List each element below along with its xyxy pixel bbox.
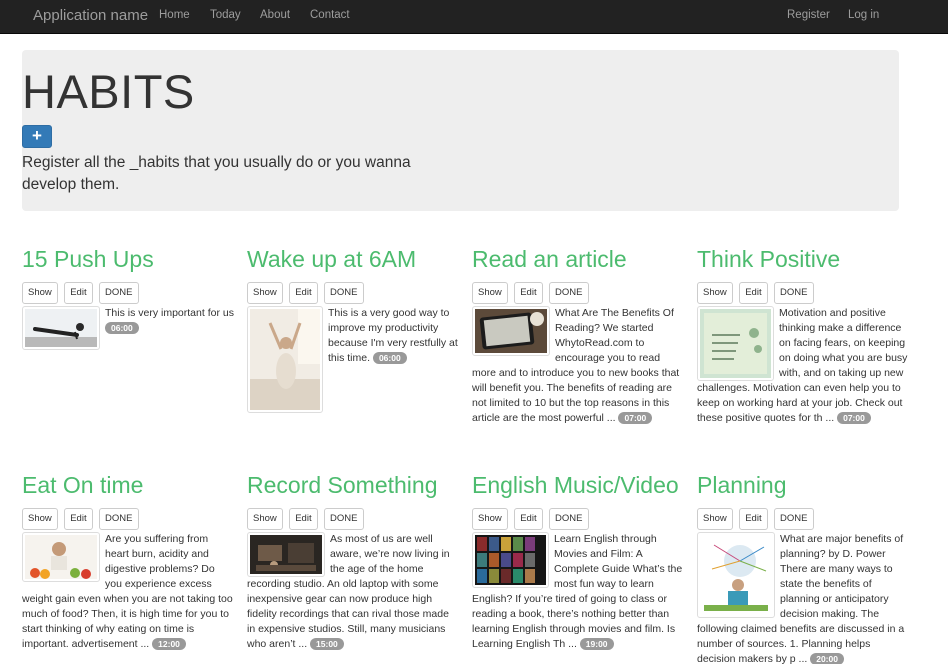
habit-title[interactable]: English Music/Video — [472, 472, 684, 502]
nav-register[interactable]: Register — [787, 9, 830, 21]
edit-button[interactable]: Edit — [739, 282, 768, 304]
show-button[interactable]: Show — [247, 282, 283, 304]
habit-title[interactable]: 15 Push Ups — [22, 246, 234, 276]
habit-image — [697, 532, 775, 618]
habit-card: Record Something Show Edit DONE As most … — [247, 472, 459, 652]
edit-button[interactable]: Edit — [64, 282, 93, 304]
nav-home[interactable]: Home — [159, 9, 190, 21]
habit-description: This is very important for us — [105, 307, 234, 319]
show-button[interactable]: Show — [22, 282, 58, 304]
navbar: Application name Home Today About Contac… — [0, 0, 948, 34]
time-badge: 07:00 — [618, 412, 653, 424]
habit-image — [472, 532, 549, 588]
nav-today[interactable]: Today — [210, 9, 241, 21]
jumbotron: HABITS + Register all the _habits that y… — [22, 50, 899, 211]
habit-card: English Music/Video Show Edit DONE Learn… — [472, 472, 684, 652]
done-button[interactable]: DONE — [549, 508, 589, 530]
habit-title[interactable]: Wake up at 6AM — [247, 246, 459, 276]
habit-card: 15 Push Ups Show Edit DONE This is very … — [22, 246, 234, 350]
edit-button[interactable]: Edit — [514, 282, 543, 304]
time-badge: 06:00 — [372, 352, 407, 364]
habit-card: Think Positive Show Edit DONE Motivation… — [697, 246, 909, 426]
habit-image — [247, 532, 325, 577]
done-button[interactable]: DONE — [549, 282, 589, 304]
brand-link[interactable]: Application name — [33, 7, 148, 24]
habit-image — [22, 532, 100, 582]
show-button[interactable]: Show — [697, 282, 733, 304]
edit-button[interactable]: Edit — [514, 508, 543, 530]
habit-image — [247, 306, 323, 413]
show-button[interactable]: Show — [22, 508, 58, 530]
time-badge: 12:00 — [152, 638, 186, 650]
habit-title[interactable]: Record Something — [247, 472, 459, 502]
done-button[interactable]: DONE — [324, 282, 364, 304]
done-button[interactable]: DONE — [324, 508, 364, 530]
nav-login[interactable]: Log in — [848, 9, 879, 21]
nav-contact[interactable]: Contact — [310, 9, 350, 21]
edit-button[interactable]: Edit — [289, 282, 318, 304]
habit-title[interactable]: Planning — [697, 472, 909, 502]
done-button[interactable]: DONE — [99, 282, 139, 304]
show-button[interactable]: Show — [247, 508, 283, 530]
habit-image — [472, 306, 550, 356]
show-button[interactable]: Show — [697, 508, 733, 530]
time-badge: 06:00 — [105, 322, 139, 334]
habit-card: Wake up at 6AM Show Edit DONE This is a … — [247, 246, 459, 413]
habit-card: Eat On time Show Edit DONE Are you suffe… — [22, 472, 234, 652]
habit-title[interactable]: Think Positive — [697, 246, 909, 276]
edit-button[interactable]: Edit — [289, 508, 318, 530]
page-title: HABITS — [22, 65, 195, 118]
edit-button[interactable]: Edit — [739, 508, 768, 530]
show-button[interactable]: Show — [472, 508, 508, 530]
habit-image — [697, 306, 774, 381]
add-habit-button[interactable]: + — [22, 125, 52, 148]
show-button[interactable]: Show — [472, 282, 508, 304]
habit-title[interactable]: Read an article — [472, 246, 684, 276]
habit-card: Read an article Show Edit DONE What Are … — [472, 246, 684, 426]
time-badge: 19:00 — [579, 638, 614, 650]
time-badge: 20:00 — [810, 653, 844, 664]
page-description: Register all the _habits that you usuall… — [22, 154, 411, 193]
habit-card: Planning Show Edit DONE What are major b… — [697, 472, 909, 664]
done-button[interactable]: DONE — [774, 508, 814, 530]
nav-about[interactable]: About — [260, 9, 290, 21]
done-button[interactable]: DONE — [99, 508, 139, 530]
time-badge: 07:00 — [837, 412, 871, 424]
habit-title[interactable]: Eat On time — [22, 472, 234, 502]
edit-button[interactable]: Edit — [64, 508, 93, 530]
time-badge: 15:00 — [310, 638, 344, 650]
habit-image — [22, 306, 100, 350]
done-button[interactable]: DONE — [774, 282, 814, 304]
